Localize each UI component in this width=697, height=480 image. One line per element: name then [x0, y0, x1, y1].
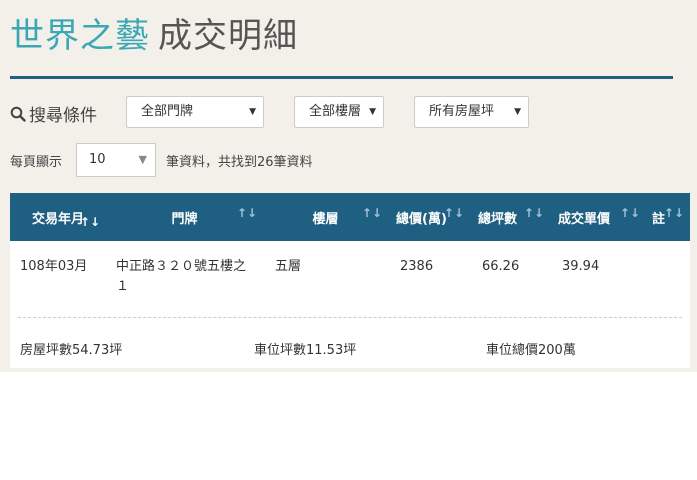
search-icon [10, 106, 26, 122]
detail-house-ping: 房屋坪數54.73坪 [20, 343, 123, 358]
col-header-label: 成交單價 [558, 211, 611, 227]
chevron-down-icon: ▼ [249, 107, 256, 117]
floor-select-value: 全部樓層 [309, 104, 362, 119]
sort-desc-icon: ↑↓ [79, 215, 100, 229]
cell-total-price: 2386 [400, 259, 434, 274]
per-page-select[interactable]: 10 ▼ [76, 143, 156, 177]
col-header-note[interactable]: 註 ↑↓ [646, 193, 690, 241]
filter-label-text: 搜尋條件 [29, 106, 97, 126]
detail-row: 房屋坪數54.73坪 車位坪數11.53坪 車位總價200萬 [10, 301, 690, 368]
detail-parking-price: 車位總價200萬 [486, 343, 576, 358]
pagination-bar: 每頁顯示 10 ▼ 筆資料，共找到26筆資料 [10, 143, 670, 177]
filter-label: 搜尋條件 [10, 101, 97, 126]
sort-icon: ↑↓ [236, 206, 257, 220]
col-header-label: 總價(萬) [396, 211, 447, 227]
cell-floor: 五層 [275, 259, 302, 274]
per-page-label: 每頁顯示 [10, 155, 63, 170]
table-row[interactable]: 108年03月 中正路３２０號五樓之１ 五層 2386 66.26 39.94 [10, 241, 690, 301]
col-header-date[interactable]: 交易年月 ↑↓ [10, 193, 106, 241]
page-container: 世界之藝 成交明細 搜尋條件 全部門牌 ▼ 全部樓層 ▼ 所有房屋坪 ▼ 每頁顯示… [0, 0, 697, 372]
page-subtitle: 成交明細 [158, 16, 298, 56]
title-divider [10, 76, 673, 79]
col-header-label: 總坪數 [478, 211, 518, 227]
floor-select[interactable]: 全部樓層 ▼ [294, 96, 384, 128]
col-header-total-ping[interactable]: 總坪數 ↑↓ [470, 193, 550, 241]
col-header-label: 樓層 [312, 211, 339, 227]
project-name: 世界之藝 [10, 16, 150, 56]
chevron-down-icon: ▼ [514, 107, 521, 117]
cell-address: 中正路３２０號五樓之１ [116, 259, 247, 294]
door-select-value: 全部門牌 [141, 104, 194, 119]
col-header-label: 門牌 [171, 211, 198, 227]
area-select-value: 所有房屋坪 [429, 104, 495, 119]
page-title: 世界之藝 成交明細 [10, 8, 298, 57]
door-select[interactable]: 全部門牌 ▼ [126, 96, 264, 128]
sort-icon: ↑↓ [361, 206, 382, 220]
col-header-floor[interactable]: 樓層 ↑↓ [263, 193, 388, 241]
col-header-address[interactable]: 門牌 ↑↓ [106, 193, 263, 241]
chevron-down-icon: ▼ [138, 153, 147, 166]
result-count: 筆資料，共找到26筆資料 [166, 155, 313, 170]
sort-icon: ↑↓ [663, 206, 684, 220]
cell-date: 108年03月 [20, 259, 88, 274]
detail-parking-ping: 車位坪數11.53坪 [254, 343, 357, 358]
cell-unit-price: 39.94 [562, 259, 600, 274]
cell-note [646, 241, 690, 301]
col-header-unit-price[interactable]: 成交單價 ↑↓ [550, 193, 646, 241]
col-header-total-price[interactable]: 總價(萬) ↑↓ [388, 193, 470, 241]
cell-total-ping: 66.26 [482, 259, 520, 274]
per-page-value: 10 [89, 152, 106, 167]
col-header-label: 交易年月 [31, 211, 84, 227]
transactions-table: 交易年月 ↑↓ 門牌 ↑↓ 樓層 ↑↓ 總價(萬) ↑↓ 總坪數 ↑↓ 成交單價 ↑↓ 註 ↑… [10, 193, 690, 368]
sort-icon: ↑↓ [619, 206, 640, 220]
chevron-down-icon: ▼ [369, 107, 376, 117]
table-header-row: 交易年月 ↑↓ 門牌 ↑↓ 樓層 ↑↓ 總價(萬) ↑↓ 總坪數 ↑↓ 成交單價 ↑↓ 註 ↑… [10, 193, 690, 241]
sort-icon: ↑↓ [443, 206, 464, 220]
sort-icon: ↑↓ [523, 206, 544, 220]
area-select[interactable]: 所有房屋坪 ▼ [414, 96, 529, 128]
